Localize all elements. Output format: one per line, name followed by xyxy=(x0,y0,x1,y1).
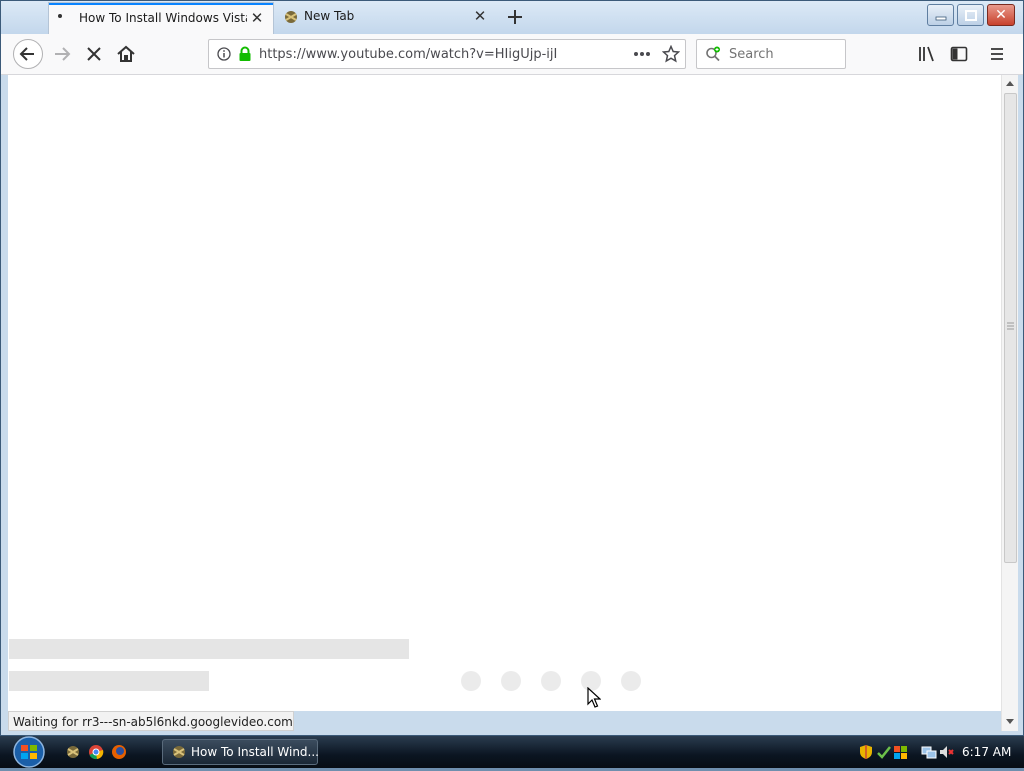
star-icon[interactable] xyxy=(662,45,680,63)
loading-placeholder-title xyxy=(9,639,409,659)
maximize-button[interactable] xyxy=(957,4,984,26)
restore-icon xyxy=(958,5,983,25)
security-shield-icon[interactable] xyxy=(858,744,874,760)
tab-new-tab[interactable]: New Tab ✕ xyxy=(274,3,496,34)
update-check-icon[interactable] xyxy=(876,744,892,760)
loading-dot-icon xyxy=(58,14,62,18)
hamburger-menu-icon[interactable] xyxy=(989,46,1005,62)
browser-window: How To Install Windows Vista E ✕ New Tab… xyxy=(0,0,1024,736)
taskbar: How To Install Wind... 6:17 AM xyxy=(0,736,1024,768)
firefox-icon[interactable] xyxy=(111,744,127,760)
taskbar-window-label: How To Install Wind... xyxy=(191,745,319,759)
forward-button[interactable] xyxy=(47,39,77,69)
tab-favicon-icon xyxy=(285,11,297,23)
tab-strip: How To Install Windows Vista E ✕ New Tab… xyxy=(1,1,1023,34)
scroll-down-icon[interactable] xyxy=(1005,718,1015,726)
clock[interactable]: 6:17 AM xyxy=(962,745,1011,759)
page-content xyxy=(8,75,1001,711)
navigation-bar: https://www.youtube.com/watch?v=HIigUjp-… xyxy=(1,34,1023,75)
stop-button[interactable] xyxy=(79,39,109,69)
url-text: https://www.youtube.com/watch?v=HIigUjp-… xyxy=(259,47,558,62)
close-icon: ✕ xyxy=(995,7,1007,23)
tab-close-icon[interactable]: ✕ xyxy=(249,10,265,26)
start-button[interactable] xyxy=(9,736,49,768)
url-bar[interactable]: https://www.youtube.com/watch?v=HIigUjp-… xyxy=(208,39,686,69)
loading-indicator-dot xyxy=(461,671,481,691)
chrome-icon[interactable] xyxy=(88,744,104,760)
loading-indicator-dot xyxy=(501,671,521,691)
tab-youtube[interactable]: How To Install Windows Vista E ✕ xyxy=(49,3,273,34)
sidebar-icon[interactable] xyxy=(950,45,968,63)
home-icon xyxy=(117,45,135,62)
library-icon[interactable] xyxy=(918,45,936,63)
new-tab-button[interactable] xyxy=(504,6,526,28)
mouse-cursor-icon xyxy=(587,687,601,708)
loading-indicator-dot xyxy=(541,671,561,691)
windows-start-orb-icon xyxy=(13,736,45,768)
scrollbar-thumb[interactable] xyxy=(1004,93,1017,563)
search-placeholder: Search xyxy=(729,47,774,62)
home-button[interactable] xyxy=(111,39,141,69)
stop-x-icon xyxy=(87,47,101,61)
taskbar-app-icon xyxy=(173,746,185,758)
close-window-button[interactable]: ✕ xyxy=(987,4,1015,26)
more-dots-icon[interactable] xyxy=(633,51,651,57)
quicklaunch-app-icon[interactable] xyxy=(65,744,81,760)
minimize-button[interactable] xyxy=(927,4,954,26)
vertical-scrollbar[interactable] xyxy=(1001,75,1018,731)
network-icon[interactable] xyxy=(921,744,937,760)
back-arrow-icon xyxy=(19,47,34,61)
lock-icon[interactable] xyxy=(238,46,252,62)
windows-flag-icon[interactable] xyxy=(893,744,909,760)
volume-muted-icon[interactable] xyxy=(939,744,955,760)
tab-title: How To Install Windows Vista E xyxy=(79,11,247,25)
status-panel: Waiting for rr3---sn-ab5l6nkd.googlevide… xyxy=(8,711,294,731)
info-icon[interactable] xyxy=(217,47,231,61)
search-input[interactable]: Search xyxy=(696,39,846,69)
minimize-icon xyxy=(928,5,953,25)
taskbar-window-button[interactable]: How To Install Wind... xyxy=(162,739,319,765)
grip-icon xyxy=(1007,322,1014,330)
forward-arrow-icon xyxy=(55,47,71,61)
back-button[interactable] xyxy=(13,39,43,69)
scroll-up-icon[interactable] xyxy=(1005,79,1015,87)
loading-indicator-dot xyxy=(621,671,641,691)
search-icon xyxy=(706,46,720,62)
tab-title: New Tab xyxy=(304,9,355,23)
tab-close-icon[interactable]: ✕ xyxy=(472,8,488,24)
loading-placeholder-subtitle xyxy=(9,671,209,691)
plus-icon xyxy=(508,10,522,24)
